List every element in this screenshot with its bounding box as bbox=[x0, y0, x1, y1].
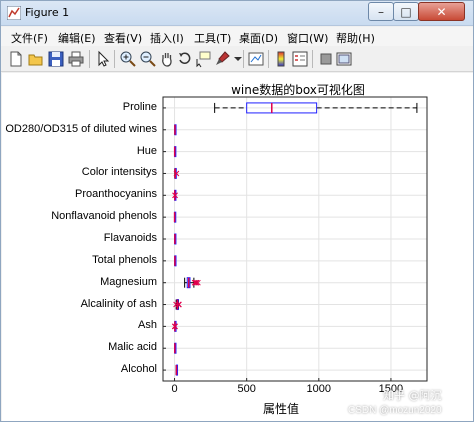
y-tick-label: Ash bbox=[138, 319, 157, 332]
box-flavanoids bbox=[174, 233, 177, 245]
box-hue bbox=[173, 146, 177, 158]
box-malic-acid bbox=[174, 342, 177, 354]
y-tick-label: Color intensitys bbox=[81, 166, 157, 179]
figure-window: Figure 1 – □ ✕ 文件(F) 编辑(E) 查看(V) 插入(I) 工… bbox=[0, 0, 474, 422]
y-tick-label: OD280/OD315 of diluted wines bbox=[5, 122, 157, 135]
box-magnesium bbox=[184, 277, 201, 289]
y-tick-label: Alcohol bbox=[120, 363, 157, 376]
box-od280-od315-of-diluted-wines bbox=[174, 124, 177, 136]
box-alcohol bbox=[175, 364, 179, 376]
box-nonflavanoid-phenols bbox=[173, 211, 177, 223]
y-tick-label: Magnesium bbox=[100, 275, 157, 288]
y-tick-label: Proanthocyanins bbox=[75, 188, 157, 201]
watermark-zhihu: 知乎 @阿沉 bbox=[383, 389, 442, 402]
y-tick-label: Proline bbox=[122, 100, 157, 113]
box-total-phenols bbox=[174, 255, 177, 267]
y-tick-label: Hue bbox=[136, 144, 157, 157]
y-tick-label: Total phenols bbox=[92, 253, 157, 266]
x-tick-label: 0 bbox=[171, 383, 178, 395]
watermark-csdn: CSDN @mozun2020 bbox=[348, 405, 442, 416]
x-tick-label: 1000 bbox=[306, 383, 332, 395]
y-tick-label: Malic acid bbox=[108, 341, 157, 354]
y-tick-label: Alcalinity of ash bbox=[80, 297, 157, 310]
x-tick-label: 500 bbox=[237, 383, 256, 395]
chart-title: wine数据的box可视化图 bbox=[231, 83, 365, 97]
y-tick-label: Flavanoids bbox=[103, 232, 157, 244]
x-axis-label: 属性值 bbox=[263, 402, 300, 416]
y-tick-label: Nonflavanoid phenols bbox=[51, 210, 157, 223]
